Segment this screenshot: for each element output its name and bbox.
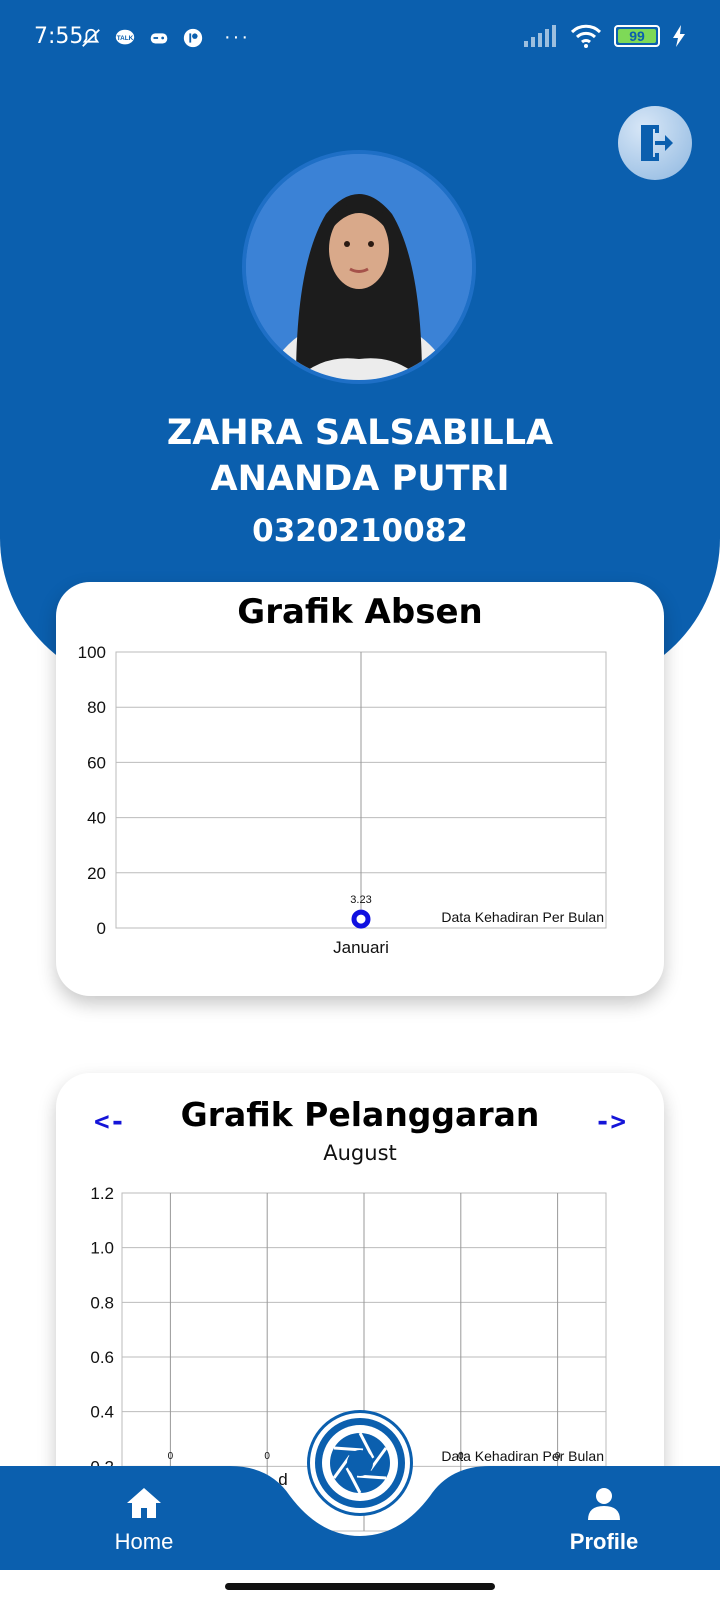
signal-icon [524, 25, 556, 47]
y-tick-label: 0.8 [90, 1293, 114, 1312]
camera-button[interactable] [310, 1413, 410, 1513]
attendance-chart-card: Grafik Absen 0 20 40 60 80 100 Januari 3.23 Data… [56, 582, 664, 996]
y-tick-label: 0.6 [90, 1348, 114, 1367]
nav-home[interactable]: Home [84, 1486, 204, 1555]
data-point [351, 909, 371, 929]
data-label: 3.23 [350, 894, 371, 906]
y-tick-label: 0 [97, 919, 106, 938]
home-indicator[interactable] [225, 1583, 495, 1590]
y-tick-label: 60 [87, 753, 106, 772]
student-name-line2: ANANDA PUTRI [210, 459, 510, 499]
y-tick-label: 20 [87, 864, 106, 883]
avatar [242, 150, 476, 384]
x-tick-label: Januari [333, 938, 389, 957]
y-tick-label: 80 [87, 698, 106, 717]
y-tick-label: 0.4 [90, 1403, 114, 1422]
talk-icon: TALK [115, 29, 135, 44]
app-icon [183, 28, 203, 47]
student-id: 0320210082 [252, 513, 468, 549]
logout-button[interactable] [618, 106, 692, 180]
home-icon [127, 1488, 161, 1518]
nav-home-label: Home [114, 1529, 174, 1554]
profile-icon [588, 1488, 620, 1520]
y-tick-label: 1.2 [90, 1184, 114, 1203]
legend-label: Data Kehadiran Per Bulan [441, 1448, 604, 1464]
charging-icon [673, 25, 685, 47]
student-name: ZAHRA SALSABILLA ANANDA PUTRI [0, 410, 720, 502]
svg-text:TALK: TALK [117, 34, 134, 41]
y-tick-label: 1.0 [90, 1239, 114, 1258]
y-tick-label: 40 [87, 809, 106, 828]
nav-profile[interactable]: Profile [544, 1486, 664, 1555]
data-label: 0 [264, 1451, 270, 1462]
legend-label: Data Kehadiran Per Bulan [441, 909, 604, 925]
status-bar: 7:55 TALK ··· 99 [0, 0, 720, 78]
profile-photo [246, 154, 472, 380]
camera-shutter-icon [322, 1425, 398, 1501]
data-label: 0 [168, 1451, 174, 1462]
mute-icon [82, 28, 100, 47]
attendance-chart: 0 20 40 60 80 100 Januari 3.23 Data Kehadiran Pe… [78, 643, 607, 957]
wifi-icon [570, 24, 602, 48]
battery-icon: 99 [614, 25, 660, 47]
student-name-line1: ZAHRA SALSABILLA [166, 413, 554, 453]
more-notifications-icon: ··· [224, 26, 250, 48]
logout-icon [641, 125, 673, 161]
game-icon [150, 32, 168, 43]
battery-level: 99 [629, 28, 645, 44]
y-tick-label: 100 [78, 643, 106, 662]
status-time: 7:55 [34, 24, 84, 49]
nav-profile-label: Profile [569, 1529, 639, 1554]
